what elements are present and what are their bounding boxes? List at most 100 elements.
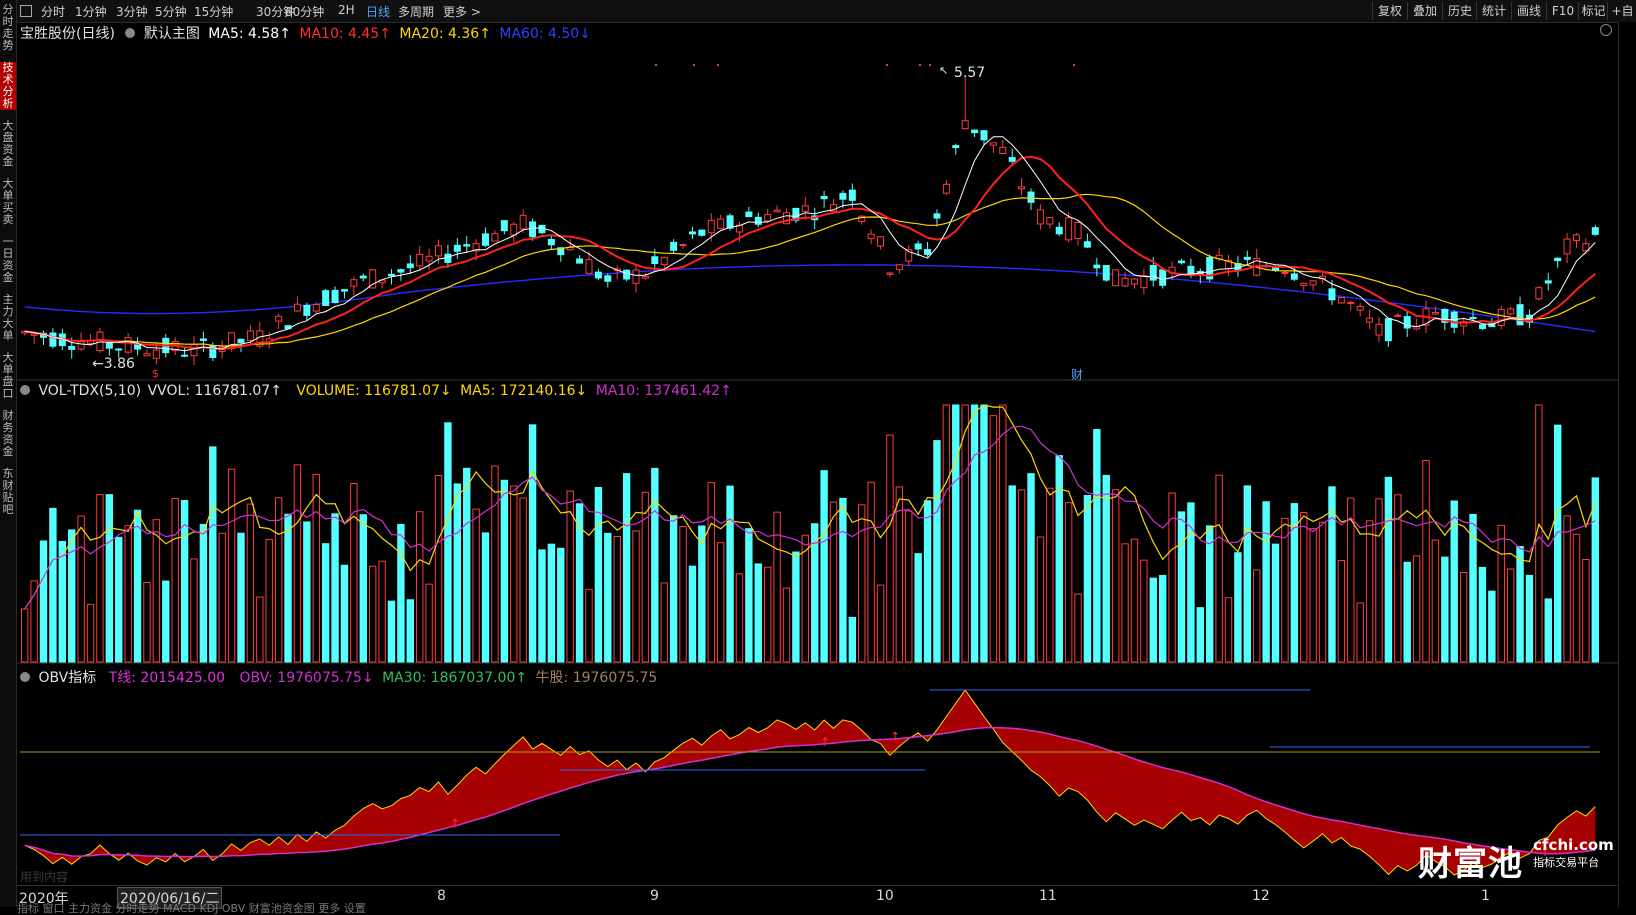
volume-bar <box>463 467 471 663</box>
volume-bar <box>1544 598 1552 663</box>
candle-body <box>1366 317 1374 323</box>
candle-body <box>463 244 471 247</box>
layout-toggle-icon[interactable] <box>20 5 32 17</box>
candle-body <box>745 211 753 218</box>
side-tab-6[interactable]: 大单盘口 <box>0 352 16 400</box>
candle-body <box>500 220 508 232</box>
brand-name: 财富池 <box>1418 844 1523 884</box>
candle-body <box>1140 275 1148 289</box>
volume-bar <box>829 501 838 663</box>
period-tab-7[interactable]: 2H <box>338 3 355 17</box>
side-tab-3[interactable]: 大单买卖 <box>0 178 16 226</box>
month-label-8: 8 <box>437 888 446 904</box>
candle-body <box>933 213 941 219</box>
signal-dot <box>717 64 719 66</box>
side-tab-0[interactable]: 分时走势 <box>0 4 16 52</box>
volume-bar <box>265 539 273 663</box>
candle-body <box>773 209 781 213</box>
settings-dot-icon[interactable] <box>125 28 136 38</box>
candle-body <box>886 272 894 275</box>
volume-bar <box>1300 511 1308 663</box>
candle-body <box>604 275 612 282</box>
candle-body <box>557 247 565 256</box>
toolbar-button-0[interactable]: 复权 <box>1372 2 1407 20</box>
ma60-value: MA60: 4.50↓ <box>499 26 591 42</box>
candle-body <box>397 269 405 273</box>
toolbar-button-2[interactable]: 历史 <box>1442 2 1477 20</box>
side-tab-7[interactable]: 财务资金 <box>0 410 16 458</box>
obv-indicator-name[interactable]: OBV指标 <box>38 670 96 686</box>
volume-bar <box>585 588 593 663</box>
side-tab-8[interactable]: 东财贴吧 <box>0 468 16 516</box>
volume-bar <box>999 404 1007 663</box>
toolbar-button-3[interactable]: 统计 <box>1476 2 1511 20</box>
volume-bar <box>274 497 283 663</box>
volume-bar <box>237 532 245 663</box>
obv-settings-dot-icon[interactable] <box>20 672 30 682</box>
event-marker-s[interactable]: $ <box>152 367 159 380</box>
candle-body <box>698 229 706 236</box>
volume-bar <box>867 481 875 663</box>
side-tab-2[interactable]: 大盘资金 <box>0 120 16 168</box>
toolbar-button-7[interactable]: +自 <box>1607 2 1636 20</box>
candle-body <box>1065 217 1073 241</box>
side-tab-1[interactable]: 技术分析 <box>0 62 16 110</box>
candle-body <box>181 354 189 357</box>
volume-bar <box>1384 476 1393 663</box>
candle-body <box>1018 186 1026 190</box>
candle-body <box>1582 243 1590 252</box>
candle-body <box>1413 325 1421 330</box>
period-tab-1[interactable]: 1分钟 <box>75 3 107 20</box>
template-name[interactable]: 默认主图 <box>144 26 200 42</box>
volume-bar <box>1290 503 1299 663</box>
period-tab-0[interactable]: 分时 <box>41 3 65 20</box>
candle-body <box>237 338 245 344</box>
period-tab-2[interactable]: 3分钟 <box>116 3 148 20</box>
event-marker-cai[interactable]: 财 <box>1071 366 1083 383</box>
close-panel-icon[interactable] <box>1600 24 1612 36</box>
candle-body <box>764 214 772 222</box>
volume-bar <box>519 497 527 663</box>
period-tab-9[interactable]: 多周期 <box>398 3 434 20</box>
volume-bar <box>1234 552 1242 663</box>
period-tab-6[interactable]: 60分钟 <box>285 3 324 20</box>
candle-body <box>510 223 518 236</box>
candle-body <box>726 215 734 229</box>
candle-body <box>858 215 866 222</box>
volume-bar <box>538 549 546 663</box>
candle-body <box>1300 282 1308 286</box>
kline-chart[interactable]: ↑↑ ↑↑ <box>0 0 1636 907</box>
volume-bar <box>359 514 367 663</box>
toolbar-button-6[interactable]: 标记 <box>1578 2 1608 20</box>
period-tab-8[interactable]: 日线 <box>366 3 390 20</box>
candle-body <box>1337 297 1345 304</box>
volume-bar <box>1347 497 1355 663</box>
candle-body <box>641 275 649 279</box>
period-tab-4[interactable]: 15分钟 <box>194 3 233 20</box>
side-tab-4[interactable]: 一日资金 <box>0 236 16 284</box>
vol-settings-dot-icon[interactable] <box>20 385 30 395</box>
toolbar-button-5[interactable]: F10 <box>1546 2 1579 20</box>
toolbar-button-4[interactable]: 画线 <box>1511 2 1546 20</box>
period-tab-3[interactable]: 5分钟 <box>155 3 187 20</box>
volume-bar <box>190 558 198 663</box>
signal-dot <box>655 64 657 66</box>
candle-body <box>350 279 358 287</box>
toolbar-button-1[interactable]: 叠加 <box>1407 2 1442 20</box>
candle-body <box>1177 260 1185 264</box>
candle-body <box>209 345 217 359</box>
volume-bar <box>557 547 565 663</box>
period-tab-10[interactable]: 更多 > <box>443 3 481 20</box>
volume-bar <box>49 507 57 663</box>
vol-indicator-name[interactable]: VOL-TDX(5,10) <box>38 383 141 399</box>
volume-bar <box>933 440 941 663</box>
candle-body <box>1431 312 1439 315</box>
volume-bar <box>763 566 772 663</box>
candle-body <box>387 273 395 277</box>
candle-body <box>905 249 913 262</box>
side-tab-5[interactable]: 主力大单 <box>0 294 16 342</box>
candle-body <box>895 264 903 271</box>
candle-body <box>1130 278 1138 285</box>
candle-body <box>952 145 960 149</box>
left-tab-bar: 分时走势技术分析大盘资金大单买卖一日资金主力大单大单盘口财务资金东财贴吧 <box>0 0 17 907</box>
